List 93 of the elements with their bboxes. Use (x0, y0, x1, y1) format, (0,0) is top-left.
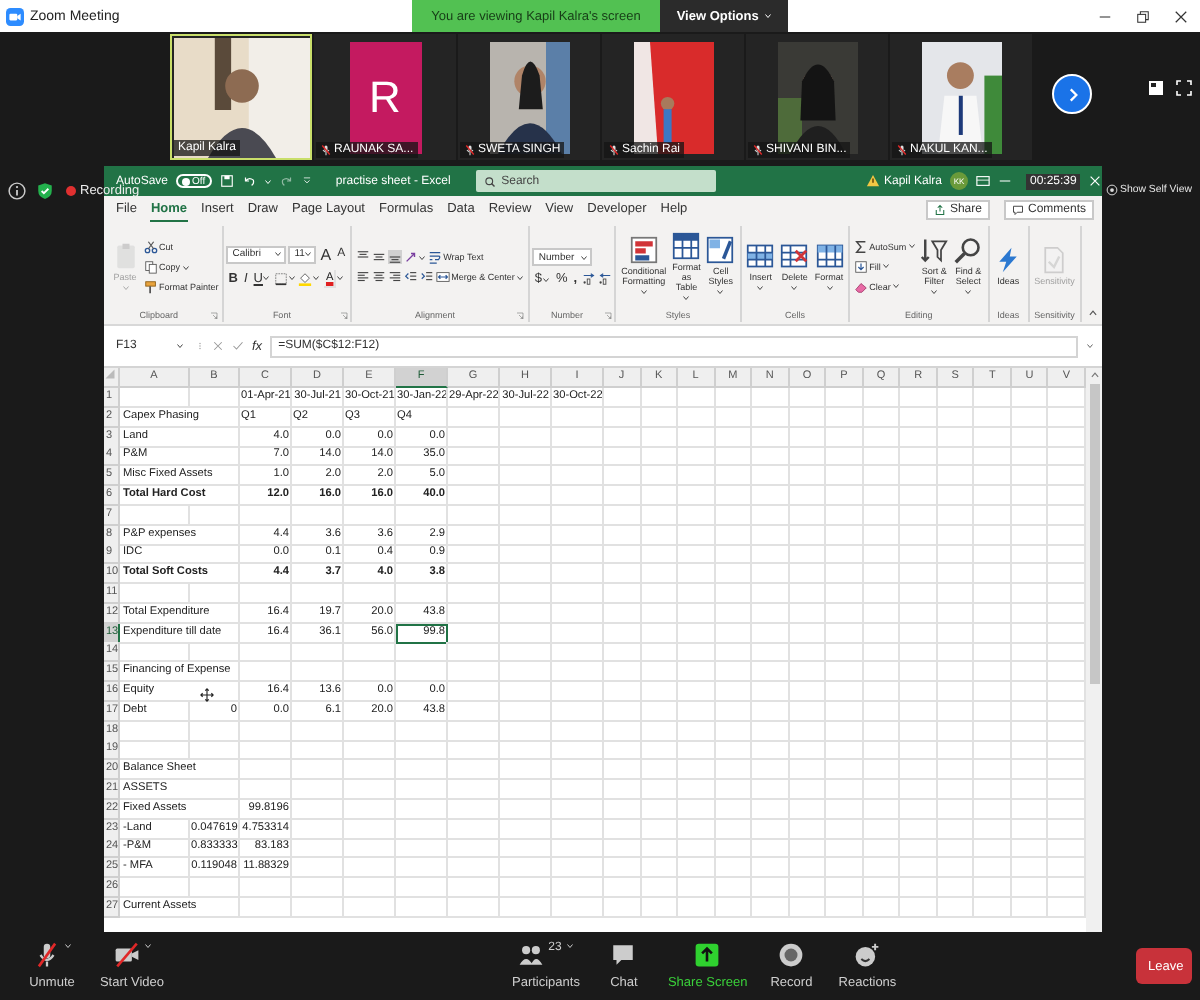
dialog-launcher-icon[interactable] (603, 311, 612, 319)
align-right-icon (387, 270, 402, 284)
move-pointer-icon (200, 688, 214, 702)
dialog-launcher-icon[interactable] (339, 311, 348, 319)
shield-icon[interactable] (36, 182, 54, 200)
reactions-icon (854, 942, 881, 968)
delete-icon (780, 241, 809, 270)
cell-styles-icon (706, 236, 735, 265)
caret-icon (274, 250, 283, 259)
muted-mic-icon (608, 144, 620, 156)
cancel-icon[interactable] (212, 340, 224, 352)
scroll-up-icon[interactable] (1089, 370, 1099, 380)
comment-icon (1011, 203, 1024, 215)
copy-icon (143, 260, 157, 274)
microphone-icon (33, 942, 59, 968)
share-icon (933, 203, 946, 215)
indent-icon (419, 270, 434, 284)
camera-icon (113, 942, 139, 968)
ribbon-button[interactable]: A (318, 245, 334, 264)
border-icon (274, 271, 289, 286)
gallery-view-icon[interactable] (1148, 80, 1164, 96)
eraser-icon (853, 279, 868, 294)
table-format-icon (672, 231, 701, 260)
increase-decimal-icon (581, 272, 596, 286)
caret-icon (304, 250, 313, 259)
ribbon-button[interactable] (387, 250, 402, 264)
customize-caret-icon[interactable] (301, 176, 312, 186)
ribbon-button[interactable] (403, 250, 426, 264)
people-icon (518, 942, 545, 968)
middle-align-icon (371, 250, 386, 264)
insert-icon (746, 241, 775, 270)
top-align-icon (355, 250, 370, 264)
dialog-launcher-icon[interactable] (210, 311, 219, 319)
ribbon-display-icon[interactable] (976, 174, 990, 188)
eye-icon (1106, 184, 1118, 196)
info-icon[interactable] (8, 182, 26, 200)
decrease-decimal-icon (597, 272, 612, 286)
fullscreen-icon[interactable] (1176, 80, 1192, 96)
caret-icon (764, 12, 773, 20)
caret-icon (176, 342, 184, 350)
sort-filter-icon (920, 236, 949, 265)
collapse-ribbon-icon[interactable] (1088, 308, 1098, 318)
outdent-icon (403, 270, 418, 284)
check-icon[interactable] (232, 340, 244, 352)
muted-mic-icon (896, 144, 908, 156)
ribbon-button[interactable] (371, 270, 386, 284)
next-page-button[interactable] (1052, 74, 1092, 114)
dialog-launcher-icon[interactable] (516, 311, 525, 319)
caret-icon (580, 253, 589, 261)
undo-icon[interactable] (241, 174, 256, 188)
brush-icon (143, 280, 157, 294)
ribbon-button[interactable] (419, 270, 434, 284)
fill-down-icon (853, 259, 868, 274)
format-icon (815, 241, 844, 270)
sum-icon (853, 239, 868, 254)
document-icon (1040, 246, 1069, 275)
minimize-icon[interactable] (998, 174, 1012, 188)
search-icon (483, 175, 496, 187)
muted-mic-icon (752, 144, 764, 156)
close-icon[interactable] (1174, 9, 1188, 23)
scissors-icon (143, 240, 157, 254)
select-all-icon[interactable] (104, 368, 116, 380)
caret-icon (1086, 342, 1094, 350)
align-left-icon (355, 270, 370, 284)
chat-icon (610, 942, 637, 968)
share-screen-icon (694, 942, 721, 968)
warning-icon (865, 174, 880, 188)
orientation-icon (403, 250, 418, 264)
ribbon-button[interactable] (597, 272, 612, 286)
ribbon-button[interactable] (355, 270, 370, 284)
wrap-text-icon (427, 250, 442, 264)
ribbon-button[interactable] (403, 270, 418, 284)
caret-icon (263, 177, 272, 185)
paint-bucket-icon (298, 271, 313, 286)
muted-mic-icon (464, 144, 476, 156)
app-logo-icon (6, 7, 24, 25)
merge-icon (435, 270, 450, 284)
record-icon (778, 942, 805, 968)
scrollbar-thumb[interactable] (1089, 384, 1099, 684)
ribbon-button[interactable] (581, 272, 596, 286)
restore-icon[interactable] (1136, 9, 1150, 23)
save-icon[interactable] (219, 174, 234, 188)
conditional-formatting-icon (629, 236, 658, 265)
redo-icon[interactable] (279, 174, 294, 188)
ribbon-button[interactable] (371, 250, 386, 264)
bottom-align-icon (387, 250, 402, 264)
ribbon-button[interactable] (387, 270, 402, 284)
muted-mic-icon (320, 144, 332, 156)
ribbon-button[interactable] (355, 250, 370, 264)
align-center-icon (371, 270, 386, 284)
clipboard-icon (111, 241, 139, 270)
magnifier-icon (954, 236, 983, 265)
ribbon-button[interactable] (274, 271, 297, 286)
